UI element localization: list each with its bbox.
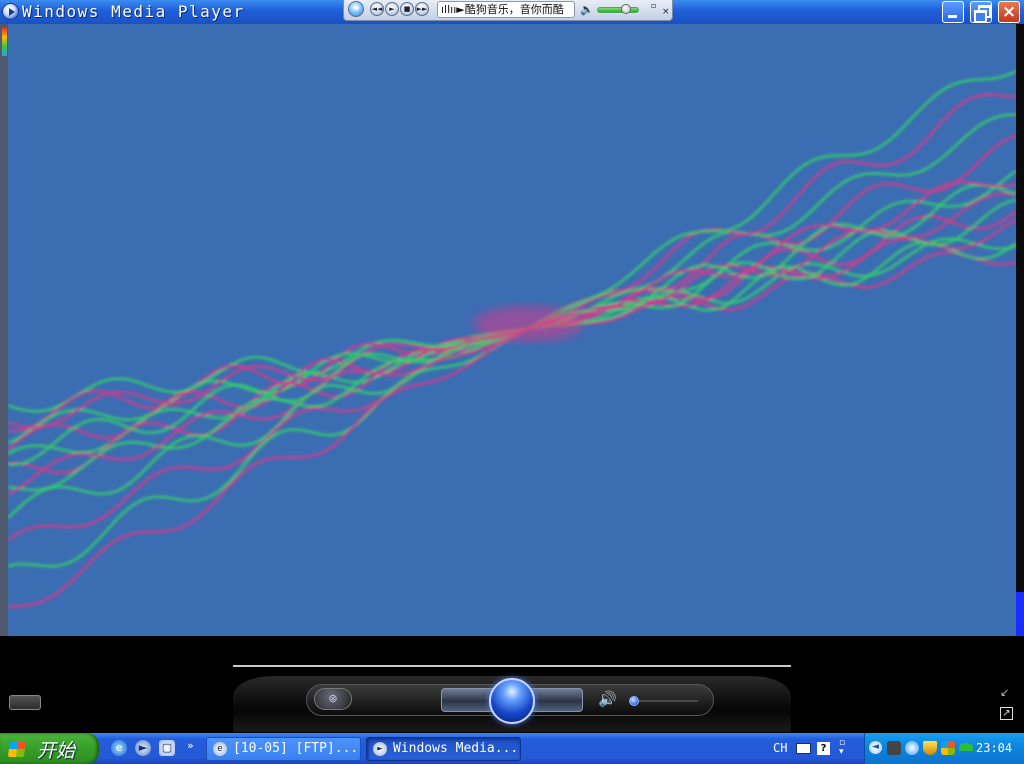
wave-line [8,180,1016,609]
umbrella-icon[interactable] [959,743,973,751]
visual-mode-button[interactable]: ⊛ [314,688,352,710]
close-button[interactable]: × [998,1,1020,23]
media-player-icon[interactable]: ► [135,740,151,756]
switch-to-skin-button[interactable] [9,695,41,710]
ie-icon[interactable]: e [111,740,127,756]
ime-toggle-icon[interactable]: ▫ ▾ [839,739,845,757]
media-player-icon[interactable] [2,3,19,20]
security-shield-icon[interactable] [923,741,937,755]
volume-slider[interactable] [597,7,639,13]
system-tray: ◄ 23:04 [864,733,1024,764]
taskbar: 开始 e ► ▢ » e [10-05] [FTP]... ► Windows … [0,733,1024,764]
language-indicator[interactable]: CH [773,741,787,755]
mute-icon[interactable]: 🔈 [580,3,594,16]
taskbar-button-media-player[interactable]: ► Windows Media... [366,737,521,761]
wave-line [8,198,1016,520]
help-icon[interactable]: ? [817,742,830,755]
volume-slider[interactable] [632,700,698,702]
right-edge [1016,24,1024,662]
volume-slider-thumb[interactable] [629,696,639,706]
control-bar-divider [233,665,791,667]
tray-expand-icon[interactable]: ◄ [869,741,882,754]
clock[interactable]: 23:04 [976,741,1012,755]
play-pause-button[interactable] [489,678,535,724]
taskbar-button-ftp[interactable]: e [10-05] [FTP]... [206,737,361,761]
visualization-area[interactable] [8,24,1016,636]
windows-logo-icon [7,741,27,757]
windows-update-icon[interactable] [941,741,955,755]
back-to-library-button[interactable]: ◄ [348,1,364,17]
close-mini-player-icon[interactable]: × [662,7,670,17]
next-button[interactable]: ►► [415,2,429,16]
task-label: Windows Media... [393,741,519,756]
previous-button[interactable]: ◄◄ [370,2,384,16]
shrink-icon[interactable]: ↙ [1000,686,1009,699]
stop-button[interactable]: ■ [400,2,414,16]
quick-launch-more-button[interactable]: » [187,739,194,752]
mini-player-deskband: ◄ ◄◄ ► ■ ►► ıllıı►酷狗音乐，音你而酷 🔈 ▫ × [343,0,673,21]
window-title: Windows Media Player [22,2,245,21]
wave-line [8,69,1016,492]
fullscreen-toggle-icon[interactable]: ↗ [1000,707,1013,720]
restore-button[interactable] [970,1,992,23]
volume-slider-thumb[interactable] [621,4,631,14]
start-label: 开始 [37,740,76,762]
wave-line [8,183,1016,568]
wave-line [8,218,1016,496]
media-player-icon: ► [373,742,387,756]
left-edge [0,24,8,636]
camera-icon[interactable] [887,741,901,755]
start-button[interactable]: 开始 [0,733,99,764]
volume-icon[interactable]: 🔊 [598,690,617,708]
play-button[interactable]: ► [385,2,399,16]
network-icon[interactable] [905,741,919,755]
now-playing-text: ıllıı►酷狗音乐，音你而酷 [437,1,575,18]
ie-icon: e [213,742,227,756]
restore-player-icon[interactable]: ▫ [651,1,656,10]
close-icon: × [1001,2,1017,22]
keyboard-icon[interactable] [796,743,811,754]
wave-center-glow [473,306,583,342]
task-label: [10-05] [FTP]... [233,741,359,756]
minimize-button[interactable] [942,1,964,23]
title-bar[interactable]: Windows Media Player ◄ ◄◄ ► ■ ►► ıllıı►酷… [0,0,1024,24]
show-desktop-icon[interactable]: ▢ [159,740,175,756]
wave-visualization [8,69,1016,609]
wave-line [8,192,1016,541]
wave-line [8,93,1016,475]
